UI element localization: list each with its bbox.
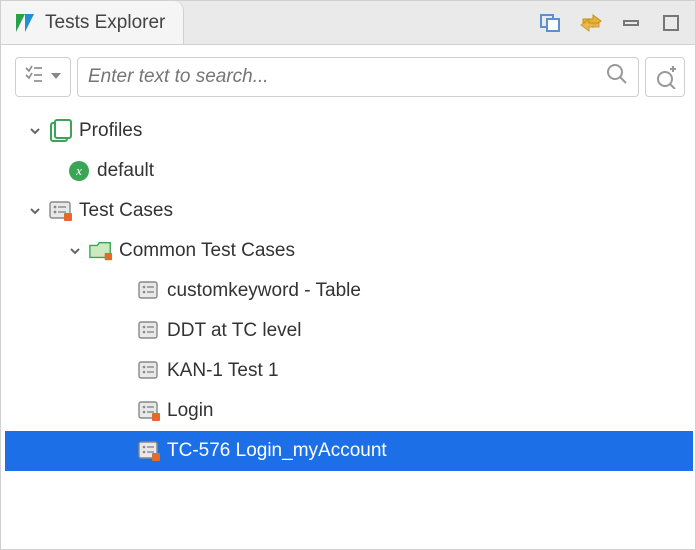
folder-icon — [89, 239, 113, 263]
tree-node-tc-kan1[interactable]: KAN-1 Test 1 — [5, 351, 693, 391]
view-mode-icon[interactable] — [537, 9, 565, 37]
tab-tests-explorer[interactable]: Tests Explorer — [1, 1, 184, 44]
node-label: TC-576 Login_myAccount — [167, 440, 387, 462]
search-box[interactable] — [77, 57, 639, 97]
test-case-icon — [137, 319, 161, 343]
test-case-icon — [137, 399, 161, 423]
chevron-down-icon[interactable] — [27, 203, 43, 219]
node-label: customkeyword - Table — [167, 280, 361, 302]
minimize-icon[interactable] — [617, 9, 645, 37]
node-label: Login — [167, 400, 214, 422]
tree-node-tc-login[interactable]: Login — [5, 391, 693, 431]
tabbar-actions — [537, 1, 695, 44]
test-cases-folder-icon — [49, 199, 73, 223]
tree-node-tc-ddt[interactable]: DDT at TC level — [5, 311, 693, 351]
new-search-icon[interactable] — [645, 57, 685, 97]
test-case-icon — [137, 279, 161, 303]
tree-node-test-cases[interactable]: Test Cases — [5, 191, 693, 231]
app-logo-icon — [13, 11, 37, 35]
chevron-down-icon[interactable] — [67, 243, 83, 259]
link-with-editor-icon[interactable] — [577, 9, 605, 37]
node-label: default — [97, 160, 154, 182]
svg-text:x: x — [75, 163, 82, 178]
tree-node-tc-customkeyword[interactable]: customkeyword - Table — [5, 271, 693, 311]
node-label: Test Cases — [79, 200, 173, 222]
tree[interactable]: Profiles x default — [1, 105, 695, 549]
search-icon[interactable] — [606, 63, 628, 91]
tests-explorer-panel: Tests Explorer — [0, 0, 696, 550]
search-input[interactable] — [88, 66, 598, 88]
tree-node-default-profile[interactable]: x default — [5, 151, 693, 191]
chevron-down-icon[interactable] — [27, 123, 43, 139]
tab-bar: Tests Explorer — [1, 1, 695, 45]
search-row — [1, 45, 695, 105]
test-case-icon — [137, 359, 161, 383]
tree-node-tc-login-myaccount[interactable]: TC-576 Login_myAccount — [5, 431, 693, 471]
tree-node-common-test-cases[interactable]: Common Test Cases — [5, 231, 693, 271]
tab-label: Tests Explorer — [45, 12, 165, 34]
node-label: KAN-1 Test 1 — [167, 360, 279, 382]
maximize-icon[interactable] — [657, 9, 685, 37]
node-label: Common Test Cases — [119, 240, 295, 262]
chevron-down-icon — [50, 66, 62, 88]
filter-dropdown[interactable] — [15, 57, 71, 97]
profiles-folder-icon — [49, 119, 73, 143]
tree-node-profiles[interactable]: Profiles — [5, 111, 693, 151]
profile-icon: x — [67, 159, 91, 183]
node-label: DDT at TC level — [167, 320, 301, 342]
checklist-icon — [24, 64, 44, 90]
test-case-icon — [137, 439, 161, 463]
node-label: Profiles — [79, 120, 142, 142]
